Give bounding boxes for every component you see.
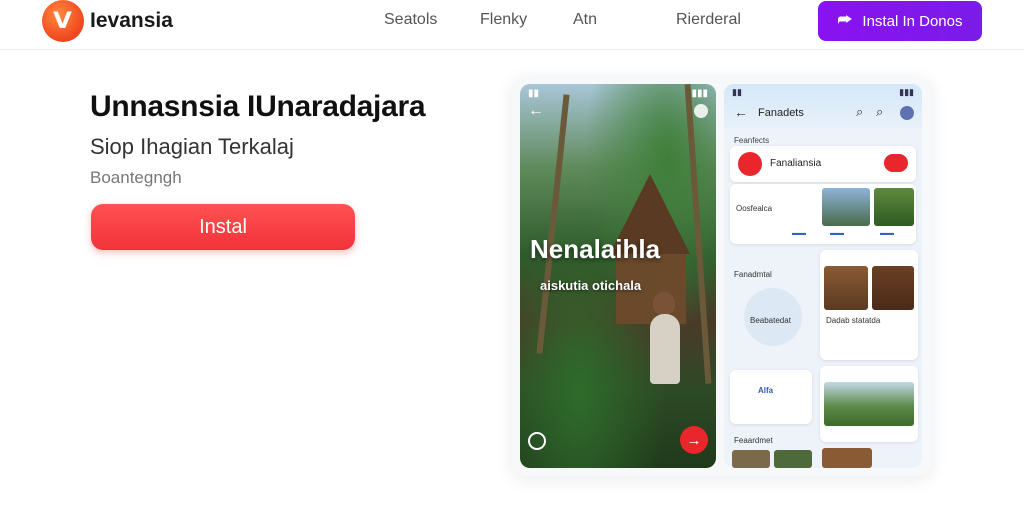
status-bar: ▮▮ ▮▮▮ [732, 87, 914, 97]
thumbnail [822, 448, 872, 468]
pill-label: Alfa [758, 386, 774, 395]
person-head [653, 292, 675, 316]
section-label: Feaardmet [734, 436, 773, 445]
thumbnail [822, 188, 870, 226]
install-header-button[interactable]: ⮫ Instal In Donos [818, 1, 982, 41]
preview-title: Nenalaihla [530, 234, 661, 264]
content-card[interactable] [820, 366, 918, 442]
profile-name: Fanaliansia [770, 158, 822, 169]
card-title: Oosfealca [736, 204, 773, 213]
thumbnail [824, 382, 914, 426]
back-arrow-icon[interactable]: ← [734, 104, 748, 120]
follow-button[interactable] [884, 154, 908, 172]
nav-link-3[interactable]: Atn [573, 11, 597, 29]
section-label: Feanfects [734, 136, 770, 145]
card-link[interactable]: ▬▬ [830, 230, 844, 237]
search-icon[interactable]: ⌕ [856, 104, 863, 120]
install-button[interactable]: Instal [91, 204, 355, 250]
page-title: Unnasnsia IUnaradajara [90, 90, 426, 123]
palm-tree [536, 94, 570, 354]
back-arrow-icon[interactable]: ← [528, 102, 544, 120]
thumbnail [824, 266, 868, 310]
nav-link-2[interactable]: Flenky [480, 11, 527, 29]
page-subtitle: Siop Ihagian Terkalaj [90, 134, 294, 159]
section-label: Fanadmtal [734, 270, 772, 279]
thumbnail [872, 266, 914, 310]
next-arrow-icon[interactable]: → [680, 426, 708, 454]
profile-card[interactable]: Fanaliansia [730, 146, 916, 182]
install-header-label: Instal In Donos [862, 12, 963, 30]
play-icon[interactable] [528, 432, 546, 450]
nav-link-1[interactable]: Seatols [384, 11, 437, 29]
nav-link-4[interactable]: Rierderal [676, 11, 741, 29]
app-header-title: Fanadets [758, 107, 804, 119]
app-logo[interactable]: V [42, 0, 84, 42]
avatar [738, 152, 762, 176]
content-card[interactable]: Oosfealca ▬▬ ▬▬ ▬▬ [730, 184, 916, 244]
page-tagline: Boantegngh [90, 168, 182, 187]
card-link[interactable]: ▬▬ [880, 230, 894, 237]
search-icon[interactable]: ⌕ [876, 104, 883, 120]
card-link[interactable]: ▬▬ [792, 230, 806, 237]
circle-label: Beabatedat [750, 316, 791, 325]
preview-screen-right: ▮▮ ▮▮▮ ← Fanadets ⌕ ⌕ Feanfects Fanalians… [724, 84, 922, 468]
preview-subtitle: aiskutia otichala [540, 278, 642, 293]
top-navbar: V Ievansia Seatols Flenky Atn Rierderal … [0, 0, 1024, 50]
person-figure [650, 314, 680, 384]
brand-name[interactable]: Ievansia [90, 9, 173, 33]
card-caption: Dadab statatda [826, 316, 881, 325]
status-bar: ▮▮ ▮▮▮ [528, 88, 708, 99]
more-icon[interactable] [694, 104, 708, 118]
profile-icon[interactable] [900, 106, 914, 120]
thumbnail [774, 450, 812, 468]
share-arrow-icon: ⮫ [837, 12, 853, 29]
content-card[interactable]: Alfa [730, 370, 812, 424]
thumbnail [732, 450, 770, 468]
logo-glyph: V [53, 8, 73, 34]
thumbnail [874, 188, 914, 226]
preview-screen-left: ▮▮ ▮▮▮ ← Nenalaihla aiskutia otichala → [520, 84, 716, 468]
content-card[interactable]: Dadab statatda [820, 250, 918, 360]
